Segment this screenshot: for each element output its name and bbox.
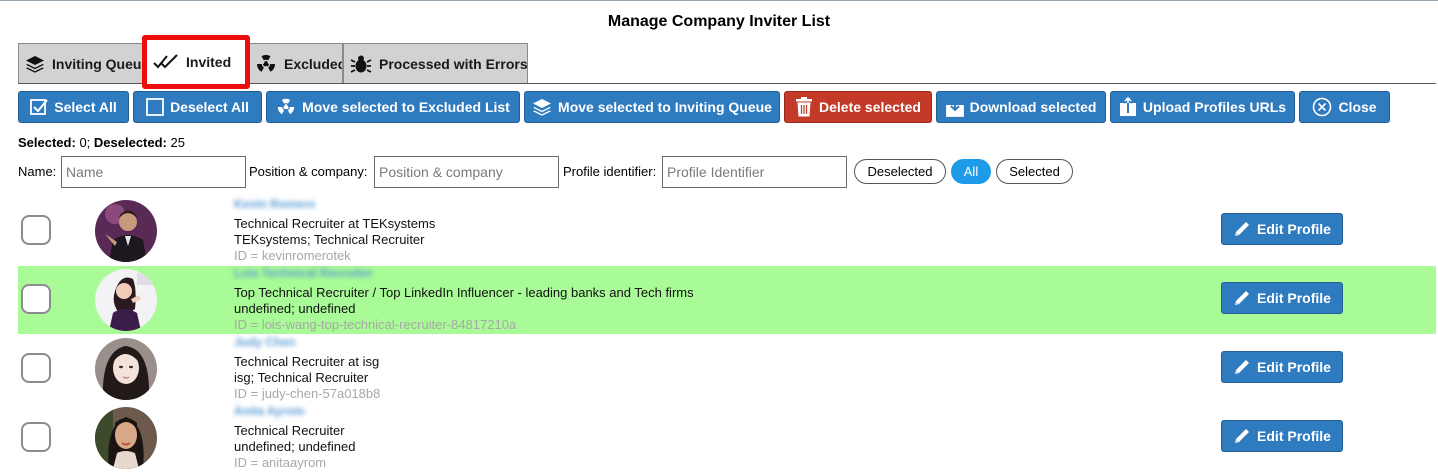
profile-filter-input[interactable] (662, 156, 847, 188)
profile-row: Kevin Romero Technical Recruiter at TEKs… (18, 197, 1436, 265)
edit-profile-label: Edit Profile (1257, 428, 1331, 444)
pencil-icon (1235, 222, 1250, 236)
edit-profile-label: Edit Profile (1257, 359, 1331, 375)
row-checkbox[interactable] (21, 422, 51, 452)
name-filter-input[interactable] (61, 156, 246, 188)
close-icon (1313, 97, 1332, 117)
name-filter-label: Name: (18, 164, 57, 179)
avatar (95, 338, 157, 400)
profile-company-position: undefined; undefined (234, 301, 356, 316)
profile-headline: Technical Recruiter at TEKsystems (234, 216, 436, 231)
edit-profile-label: Edit Profile (1257, 221, 1331, 237)
radiation-icon (257, 54, 275, 72)
move-to-excluded-label: Move selected to Excluded List (302, 99, 510, 115)
pencil-icon (1235, 360, 1250, 374)
position-filter-input[interactable] (374, 156, 559, 188)
profile-headline: Technical Recruiter at isg (234, 354, 380, 369)
download-selected-button[interactable]: Download selected (936, 91, 1106, 123)
profile-name[interactable]: Judy Chen (234, 335, 295, 349)
profile-headline: Top Technical Recruiter / Top LinkedIn I… (234, 285, 694, 300)
layers-icon (533, 99, 552, 116)
avatar (95, 407, 157, 469)
close-label: Close (1338, 99, 1377, 115)
row-checkbox[interactable] (21, 284, 51, 314)
edit-profile-button[interactable]: Edit Profile (1221, 420, 1343, 452)
profile-row: Anita Ayrom Technical Recruiter undefine… (18, 404, 1436, 472)
row-checkbox[interactable] (21, 215, 51, 245)
profile-id: ID = kevinromerotek (234, 248, 351, 263)
select-all-label: Select All (54, 99, 117, 115)
profile-name[interactable]: Anita Ayrom (234, 404, 304, 418)
tab-inviting-queue[interactable]: Inviting Queue (18, 43, 144, 83)
tab-label: Processed with Errors (379, 55, 528, 72)
tab-label: Inviting Queue (52, 55, 144, 72)
deselected-count-value: 25 (170, 135, 185, 150)
move-to-queue-button[interactable]: Move selected to Inviting Queue (524, 91, 780, 123)
row-checkbox[interactable] (21, 353, 51, 383)
delete-selected-button[interactable]: Delete selected (784, 91, 932, 123)
page-title: Manage Company Inviter List (607, 13, 831, 30)
upload-urls-label: Upload Profiles URLs (1142, 99, 1287, 115)
bug-icon (350, 55, 372, 73)
edit-profile-button[interactable]: Edit Profile (1221, 213, 1343, 245)
layers-icon (26, 55, 44, 73)
deselect-all-button[interactable]: Deselect All (133, 91, 262, 123)
pencil-icon (1235, 291, 1250, 305)
deselected-count-label: Deselected: (93, 135, 167, 150)
download-selected-label: Download selected (969, 99, 1097, 115)
move-to-excluded-button[interactable]: Move selected to Excluded List (266, 91, 520, 123)
tab-invited[interactable]: Invited (142, 35, 250, 89)
profile-id: ID = lois-wang-top-technical-recruiter-8… (234, 317, 517, 332)
upload-urls-button[interactable]: Upload Profiles URLs (1110, 91, 1295, 123)
profile-id: ID = anitaayrom (234, 455, 327, 470)
edit-profile-button[interactable]: Edit Profile (1221, 282, 1343, 314)
profile-name[interactable]: Lois Technical Recruiter (234, 266, 373, 280)
deselect-all-label: Deselect All (170, 99, 249, 115)
tab-excluded[interactable]: Excluded (248, 43, 343, 83)
profile-filter-label: Profile identifier: (563, 164, 657, 179)
edit-profile-label: Edit Profile (1257, 290, 1331, 306)
profile-company-position: TEKsystems; Technical Recruiter (234, 232, 425, 247)
edit-profile-button[interactable]: Edit Profile (1221, 351, 1343, 383)
checkbox-checked-icon (30, 99, 49, 115)
pencil-icon (1235, 429, 1250, 443)
filter-deselected-toggle[interactable]: Deselected (854, 159, 946, 184)
avatar (95, 269, 157, 331)
tab-label: Invited (186, 54, 232, 70)
tab-processed-with-errors[interactable]: Processed with Errors (343, 43, 528, 83)
position-filter-label: Position & company: (249, 164, 368, 179)
profile-row: Lois Technical Recruiter Top Technical R… (18, 266, 1436, 334)
selected-count-label: Selected: (18, 135, 76, 150)
close-button[interactable]: Close (1299, 91, 1390, 123)
selection-counts: Selected: 0; Deselected: 25 (18, 135, 185, 150)
move-to-queue-label: Move selected to Inviting Queue (558, 99, 772, 115)
trash-icon (796, 97, 813, 117)
selected-count-value: 0; (79, 135, 91, 150)
checkbox-empty-icon (146, 98, 164, 116)
filter-all-toggle[interactable]: All (951, 159, 991, 184)
double-check-icon (153, 54, 178, 69)
profile-company-position: undefined; undefined (234, 439, 356, 454)
filter-selected-toggle[interactable]: Selected (996, 159, 1073, 184)
profile-company-position: isg; Technical Recruiter (234, 370, 369, 385)
delete-selected-label: Delete selected (819, 99, 921, 115)
upload-icon (1119, 97, 1136, 116)
profile-id: ID = judy-chen-57a018b8 (234, 386, 381, 401)
select-all-button[interactable]: Select All (18, 91, 129, 123)
profile-name[interactable]: Kevin Romero (234, 197, 315, 211)
tab-label: Excluded (284, 55, 343, 72)
avatar (95, 200, 157, 262)
profile-row: Judy Chen Technical Recruiter at isg isg… (18, 335, 1436, 403)
profile-headline: Technical Recruiter (234, 423, 345, 438)
radiation-icon (277, 98, 295, 115)
download-icon (945, 98, 964, 117)
